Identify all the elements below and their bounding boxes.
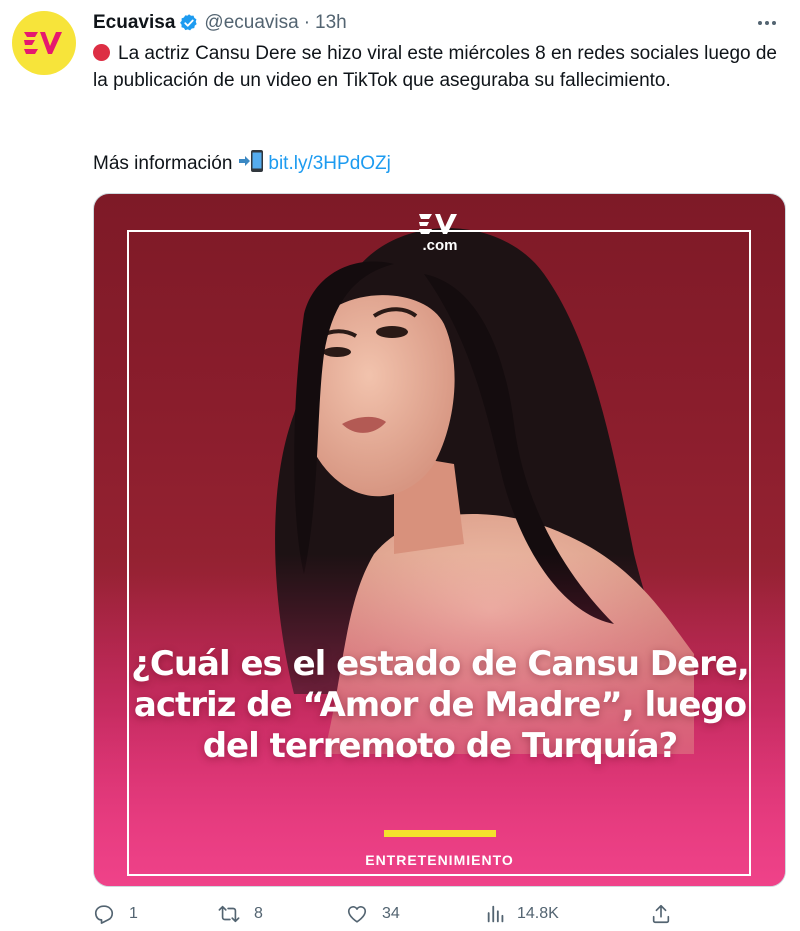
tweet-text-content: La actriz Cansu Dere se hizo viral este …	[93, 43, 777, 91]
ecuavisa-logo-icon	[24, 32, 62, 54]
verified-badge-icon	[180, 14, 198, 31]
ev-logo: .com	[414, 212, 466, 270]
tweet-header: Ecuavisa @ecuavisa · 13h	[93, 10, 780, 36]
tweet-actions: 1 8 34 14.8K	[93, 903, 673, 929]
red-circle-emoji-icon	[93, 44, 110, 61]
short-link[interactable]: bit.ly/3HPdOZj	[268, 153, 390, 174]
more-info-label: Más información	[93, 153, 233, 174]
mobile-arrow-emoji-icon	[239, 150, 264, 172]
share-button[interactable]	[650, 903, 672, 925]
tweet-media-image[interactable]: .com ¿Cuál es el estado de Cansu Dere, a…	[93, 193, 786, 887]
image-frame	[127, 230, 751, 876]
retweet-count: 8	[254, 905, 263, 922]
like-button[interactable]: 34	[346, 903, 400, 925]
ev-logo-icon	[419, 214, 457, 234]
reply-button[interactable]: 1	[93, 903, 138, 925]
more-info-line: Más información bit.ly/3HPdOZj	[93, 149, 391, 177]
share-icon	[652, 904, 670, 924]
logo-domain-suffix: .com	[422, 237, 458, 254]
more-options-button[interactable]	[754, 10, 780, 36]
account-handle[interactable]: @ecuavisa	[204, 12, 298, 34]
retweet-icon	[218, 905, 240, 923]
account-name[interactable]: Ecuavisa	[93, 12, 175, 34]
views-count: 14.8K	[517, 905, 559, 922]
retweet-button[interactable]: 8	[218, 903, 263, 925]
views-icon	[487, 905, 504, 923]
media-headline: ¿Cuál es el estado de Cansu Dere, actriz…	[131, 644, 750, 766]
tweet-text: La actriz Cansu Dere se hizo viral este …	[93, 40, 783, 94]
views-button[interactable]: 14.8K	[485, 903, 559, 925]
like-icon	[347, 906, 367, 923]
avatar[interactable]	[12, 11, 76, 75]
reply-count: 1	[129, 905, 138, 922]
tweet-timestamp[interactable]: 13h	[315, 12, 347, 34]
accent-bar	[384, 830, 496, 837]
tweet: Ecuavisa @ecuavisa · 13h La actriz Cansu…	[0, 0, 800, 931]
more-icon	[758, 21, 776, 25]
like-count: 34	[382, 905, 400, 922]
header-separator: ·	[303, 12, 311, 33]
reply-icon	[94, 905, 114, 924]
media-category: ENTRETENIMIENTO	[365, 852, 514, 868]
